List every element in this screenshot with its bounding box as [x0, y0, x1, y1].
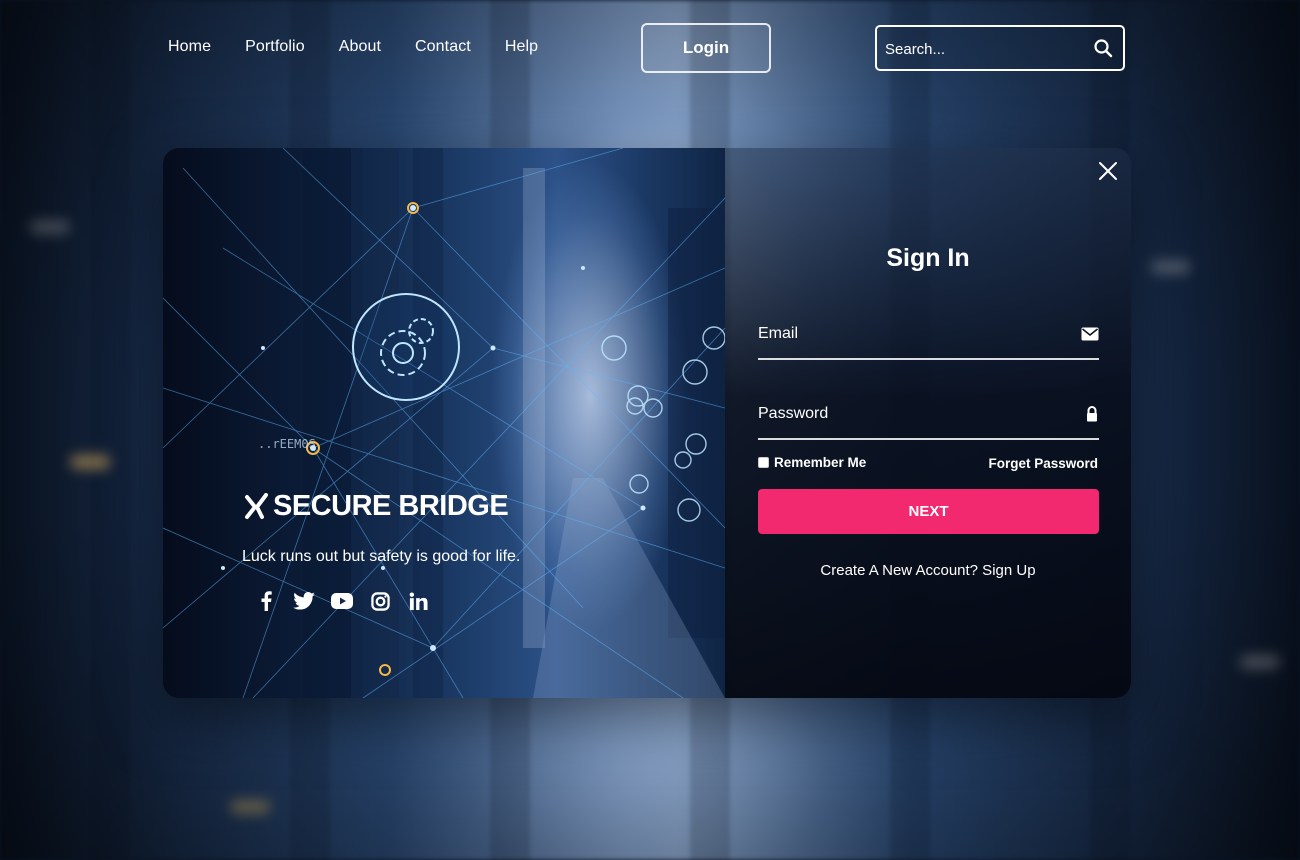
svg-text:..rEEM0S: ..rEEM0S [258, 437, 316, 451]
login-button[interactable]: Login [641, 23, 771, 73]
password-field-wrapper [758, 400, 1099, 440]
next-button[interactable]: NEXT [758, 489, 1099, 534]
linkedin-icon[interactable] [407, 590, 429, 612]
envelope-icon [1081, 327, 1099, 341]
signin-panel: Sign In Remember Me Forget Password NEXT… [725, 148, 1131, 698]
nav-contact-link[interactable]: Contact [415, 38, 471, 56]
top-nav: Home Portfolio About Contact Help Login [0, 0, 1300, 96]
nav-help-link[interactable]: Help [505, 38, 538, 56]
instagram-icon[interactable] [369, 590, 391, 612]
twitter-icon[interactable] [293, 590, 315, 612]
nav-links: Home Portfolio About Contact Help [168, 38, 572, 56]
search-input[interactable] [885, 37, 1085, 61]
facebook-icon[interactable] [255, 590, 277, 612]
nav-about-link[interactable]: About [339, 38, 381, 56]
hero-panel: ..rEEM0S SECURE BRIDGE Luck runs out but… [163, 148, 725, 698]
search-icon[interactable] [1093, 38, 1113, 58]
email-field-wrapper [758, 320, 1099, 360]
email-field[interactable] [758, 322, 1058, 346]
youtube-icon[interactable] [331, 590, 353, 612]
remember-me[interactable]: Remember Me [758, 455, 866, 470]
forget-password-link[interactable]: Forget Password [988, 456, 1098, 471]
signin-modal: ..rEEM0S SECURE BRIDGE Luck runs out but… [163, 148, 1131, 698]
lock-icon [1087, 406, 1097, 422]
brand-tagline: Luck runs out but safety is good for lif… [242, 548, 521, 565]
social-links [255, 590, 429, 612]
remember-me-label: Remember Me [774, 455, 867, 470]
nav-home-link[interactable]: Home [168, 38, 211, 56]
search-box [875, 25, 1125, 71]
brand-logo: SECURE BRIDGE [245, 490, 509, 523]
remember-me-checkbox[interactable] [758, 457, 769, 468]
network-illustration: ..rEEM0S [163, 148, 725, 698]
close-icon[interactable] [1097, 160, 1119, 182]
nav-portfolio-link[interactable]: Portfolio [245, 38, 305, 56]
password-field[interactable] [758, 402, 1058, 426]
create-account-link[interactable]: Create A New Account? Sign Up [725, 562, 1131, 579]
signin-title: Sign In [886, 244, 970, 272]
brand-mark-icon [245, 492, 268, 519]
brand-name: SECURE BRIDGE [273, 490, 509, 522]
